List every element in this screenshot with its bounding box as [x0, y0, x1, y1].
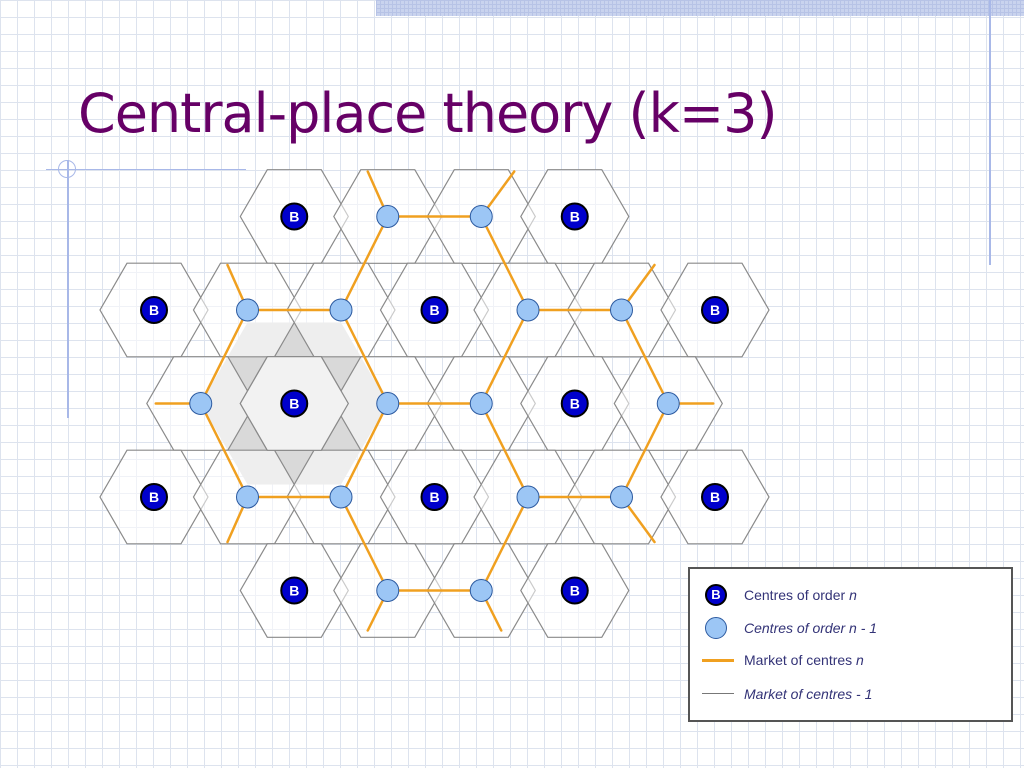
small-centre-icon: [469, 205, 493, 228]
b-centre-label: B: [289, 583, 299, 599]
small-centre-icon: [376, 392, 400, 415]
small-centre-icon: [189, 392, 213, 415]
legend-label-text: Centres of order: [744, 587, 850, 603]
small-centre-icon: [376, 205, 400, 228]
b-centre-label: B: [289, 396, 299, 412]
small-centre-icon: [610, 298, 633, 322]
b-centre-label: B: [429, 489, 439, 505]
b-centre-label: B: [429, 302, 439, 318]
b-centre-label: B: [289, 209, 299, 225]
legend-b-symbol: B: [705, 584, 727, 606]
legend-label-market-n: Market of centres n: [744, 652, 864, 668]
legend-label-var: n: [849, 587, 857, 603]
legend-row-centres-n: B Centres of order n: [690, 581, 1010, 609]
legend-label-centres-n: Centres of order n: [744, 587, 857, 603]
legend-orange-line: [702, 659, 734, 662]
small-centre-icon: [516, 485, 540, 509]
b-centre-label: B: [570, 583, 580, 599]
small-centre-icon: [516, 298, 540, 322]
small-centre-icon: [469, 579, 493, 602]
legend-row-market-n: Market of centres n: [690, 646, 1010, 674]
b-centre-label: B: [710, 489, 720, 505]
small-centre-icon: [656, 392, 680, 415]
legend-label-var: n: [856, 652, 864, 668]
small-centre-icon: [236, 485, 259, 509]
legend-label-text: Market of centres: [744, 652, 857, 668]
b-centre-label: B: [570, 209, 580, 225]
legend-box: B Centres of order n Centres of order n …: [688, 567, 1013, 722]
small-centre-icon: [236, 298, 259, 322]
legend-label-centres-n-minus-1: Centres of order n - 1: [744, 620, 878, 636]
orange-line-icon: [702, 646, 734, 674]
small-centre-icon: [376, 579, 400, 602]
b-centre-label: B: [570, 396, 580, 412]
gray-line-icon: [702, 680, 734, 708]
b-centre-label: B: [149, 302, 159, 318]
legend-row-market-n-minus-1: Market of centres - 1: [690, 680, 1010, 708]
small-centre-icon: [329, 485, 353, 509]
small-centre-icon: [329, 298, 353, 322]
small-centre-icon: [610, 485, 633, 509]
b-centre-icon: B: [702, 581, 732, 609]
small-centre-icon: [702, 614, 732, 642]
small-centre-icon: [469, 392, 493, 415]
legend-small-centre-symbol: [705, 617, 727, 639]
b-centre-label: B: [710, 302, 720, 318]
b-centre-label: B: [149, 489, 159, 505]
legend-label-market-n-minus-1: Market of centres - 1: [744, 686, 873, 702]
legend-gray-line: [702, 693, 734, 694]
legend-row-centres-n-minus-1: Centres of order n - 1: [690, 614, 1010, 642]
